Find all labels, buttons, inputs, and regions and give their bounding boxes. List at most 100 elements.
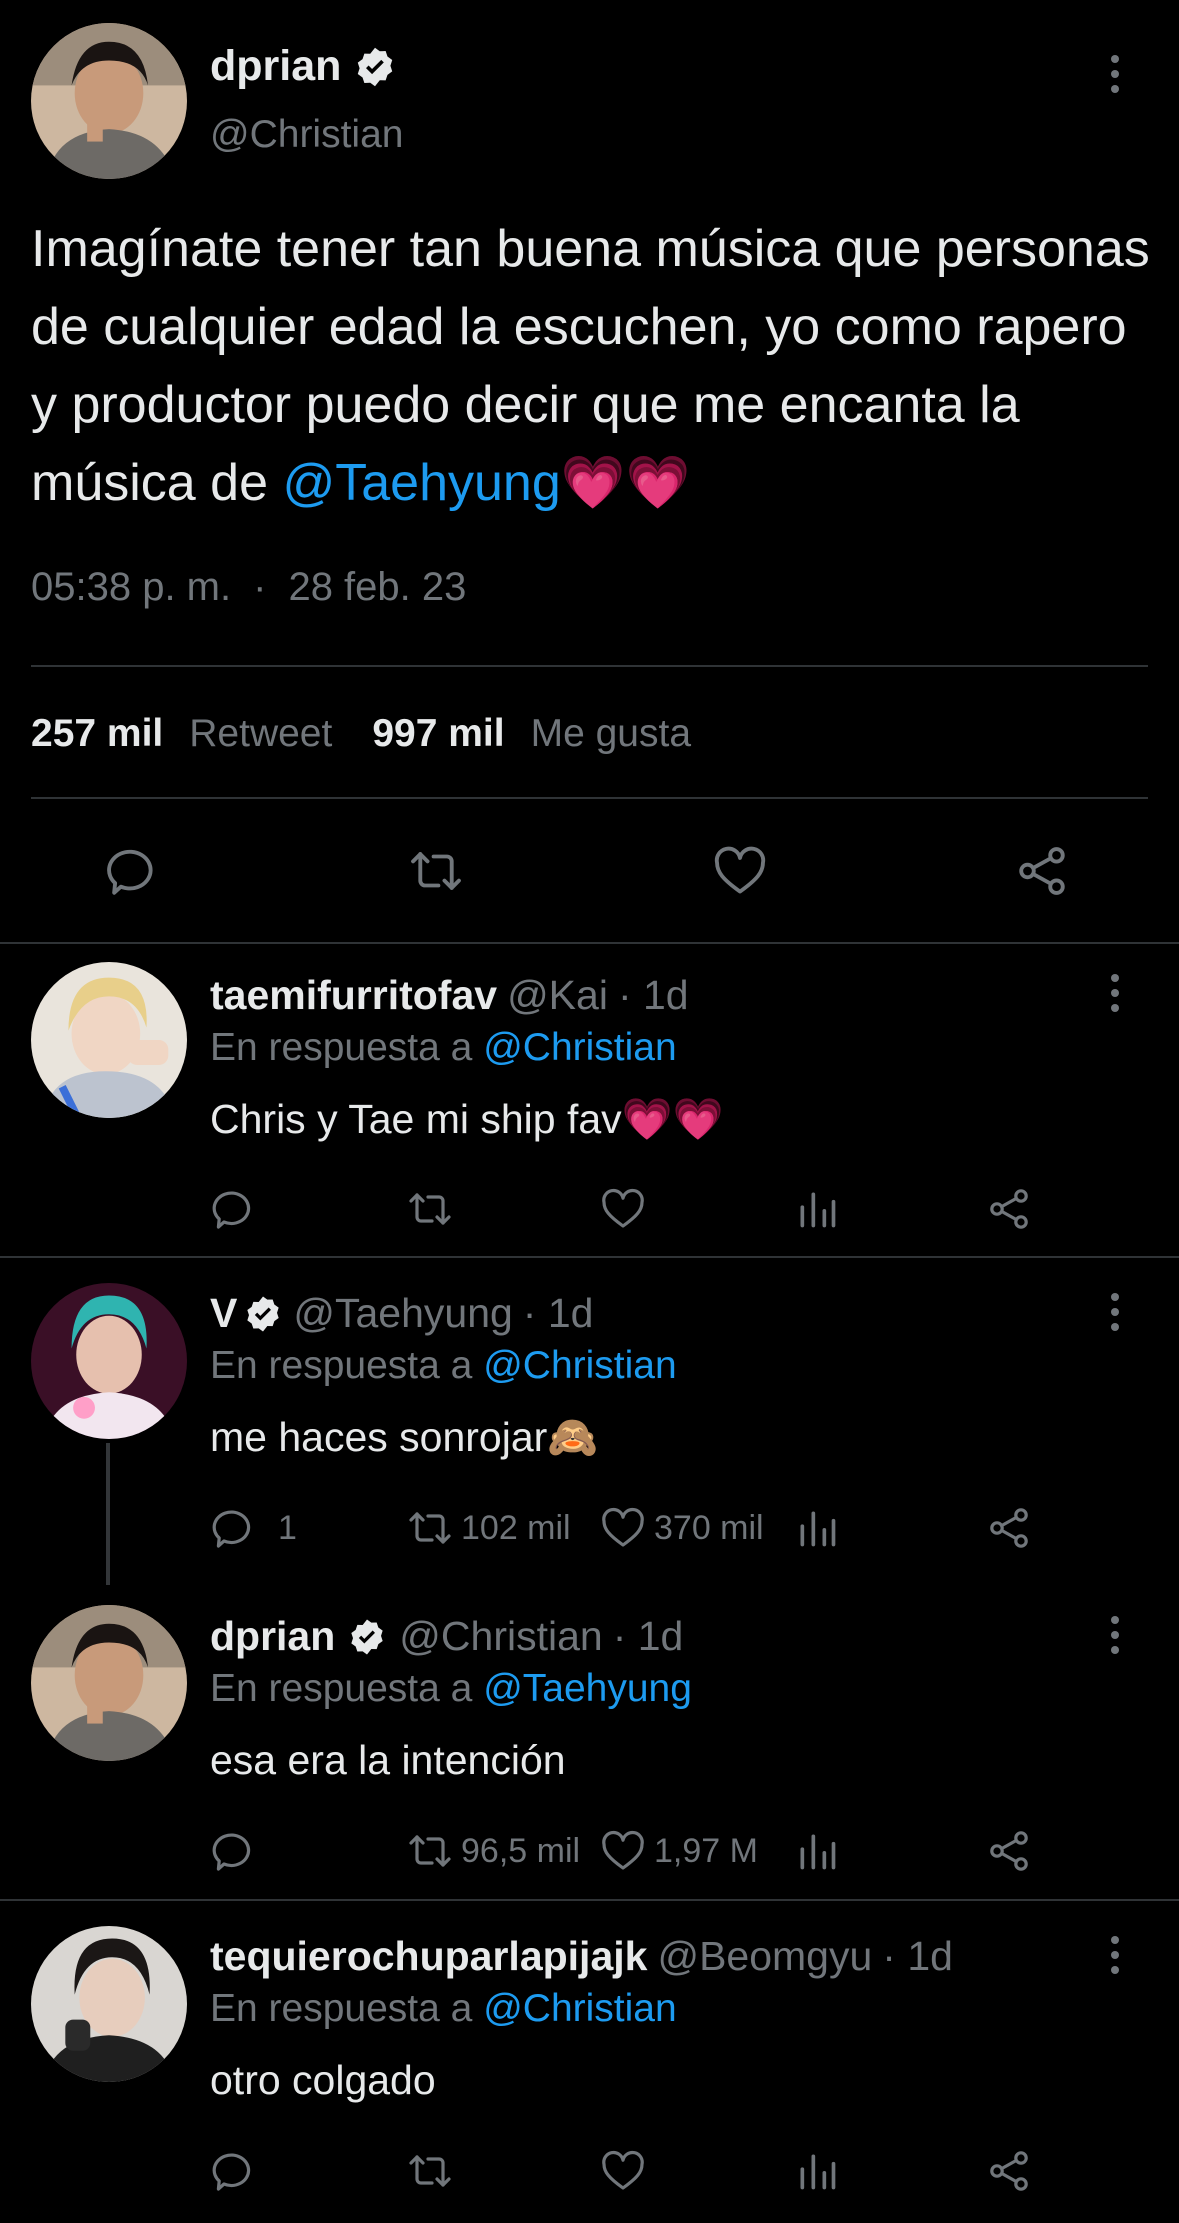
reply-button[interactable] (104, 842, 162, 900)
reply-author-handle[interactable]: @Christian (399, 1613, 602, 1660)
share-icon (1019, 847, 1065, 895)
share-button[interactable] (985, 1827, 1033, 1875)
share-icon (990, 2151, 1028, 2191)
reply-author-name[interactable]: taemifurritofav (210, 972, 497, 1019)
reply-tweet[interactable]: tequierochuparlapijajk @Beomgyu · 1d En … (0, 1901, 1179, 2223)
reply-context-mention[interactable]: @Taehyung (483, 1667, 692, 1710)
reply-context-mention[interactable]: @Christian (483, 1987, 676, 2030)
likes-label[interactable]: Me gusta (531, 712, 691, 756)
reply-button[interactable] (210, 1827, 258, 1875)
reply-header: V @Taehyung · 1d (210, 1290, 593, 1337)
like-icon (714, 846, 766, 894)
reply-context-mention[interactable]: @Christian (483, 1344, 676, 1387)
author-handle[interactable]: @Christian (210, 113, 403, 157)
tweet-time[interactable]: 05:38 p. m. (31, 565, 231, 610)
reply-author-name[interactable]: V (210, 1290, 237, 1337)
avatar-image (31, 962, 187, 1118)
views-button[interactable] (795, 1504, 839, 1552)
more-options-icon[interactable] (1095, 44, 1135, 104)
share-icon (990, 1189, 1028, 1229)
reply-text: Chris y Tae mi ship fav💗💗 (210, 1096, 724, 1142)
reply-author-handle[interactable]: @Taehyung (293, 1290, 512, 1337)
reply-context-mention[interactable]: @Christian (483, 1026, 676, 1069)
reply-author-handle[interactable]: @Kai (507, 972, 608, 1019)
like-button[interactable]: 370 mil (598, 1504, 764, 1552)
retweet-count: 102 mil (461, 1508, 571, 1547)
thread-line (106, 1443, 110, 1585)
reply-context: En respuesta a @Taehyung (210, 1667, 692, 1711)
reply-tweet[interactable]: V @Taehyung · 1d En respuesta a @Christi… (0, 1258, 1179, 1585)
like-button[interactable] (710, 842, 770, 900)
reply-button[interactable]: 1 (210, 1504, 297, 1552)
more-options-icon[interactable] (1095, 1925, 1135, 1985)
tweet-emoji: 💗💗 (560, 454, 691, 512)
verified-badge-icon (358, 47, 393, 86)
reply-icon (212, 2153, 251, 2191)
avatar-dprian[interactable] (31, 1605, 187, 1761)
share-button[interactable] (985, 1185, 1033, 1233)
tweet-text: Imagínate tener tan buena música que per… (31, 210, 1151, 522)
more-options-icon[interactable] (1095, 963, 1135, 1023)
likes-count[interactable]: 997 mil (372, 712, 504, 756)
retweet-icon (409, 1512, 451, 1544)
retweet-button[interactable] (405, 842, 467, 900)
share-icon (990, 1831, 1028, 1871)
retweet-button[interactable] (405, 2147, 455, 2195)
retweet-icon (409, 1835, 451, 1867)
share-button[interactable] (985, 2147, 1033, 2195)
reply-author-name[interactable]: dprian (210, 1613, 335, 1660)
reply-text: otro colgado (210, 2057, 436, 2103)
analytics-icon (800, 1511, 836, 1547)
reply-author-handle[interactable]: @Beomgyu (657, 1933, 872, 1980)
reply-icon (212, 1191, 251, 1229)
reply-context-prefix: En respuesta a (210, 1987, 473, 2030)
share-button[interactable] (1012, 842, 1072, 900)
tweet-date[interactable]: 28 feb. 23 (288, 565, 466, 610)
reply-context: En respuesta a @Christian (210, 1344, 677, 1388)
reply-author-name[interactable]: tequierochuparlapijajk (210, 1933, 647, 1980)
reply-icon (212, 1833, 251, 1871)
retweet-button[interactable]: 96,5 mil (405, 1827, 580, 1875)
retweets-label[interactable]: Retweet (189, 712, 332, 756)
like-button[interactable]: 1,97 M (598, 1827, 758, 1875)
views-button[interactable] (795, 2147, 839, 2195)
like-icon (602, 1188, 644, 1228)
reply-text: esa era la intención (210, 1737, 566, 1783)
avatar-v[interactable] (31, 1283, 187, 1439)
views-button[interactable] (795, 1185, 839, 1233)
retweets-count[interactable]: 257 mil (31, 712, 163, 756)
retweet-icon (409, 1193, 451, 1225)
more-options-icon[interactable] (1095, 1282, 1135, 1342)
share-icon (990, 1508, 1028, 1548)
reply-icon (212, 1510, 251, 1548)
reply-time[interactable]: · 1d (618, 972, 689, 1019)
reply-context: En respuesta a @Christian (210, 1026, 677, 1070)
avatar-image (31, 23, 187, 179)
reply-tweet[interactable]: taemifurritofav @Kai · 1d En respuesta a… (0, 944, 1179, 1256)
share-button[interactable] (985, 1504, 1033, 1552)
like-button[interactable] (598, 2147, 648, 2195)
more-options-icon[interactable] (1095, 1605, 1135, 1665)
reply-button[interactable] (210, 2147, 258, 2195)
avatar-image (31, 1283, 187, 1439)
reply-text: me haces sonrojar🙈 (210, 1414, 599, 1460)
avatar-dprian[interactable] (31, 23, 187, 179)
reply-tweet[interactable]: dprian @Christian · 1d En respuesta a @T… (0, 1585, 1179, 1897)
like-icon (602, 2150, 644, 2190)
like-button[interactable] (598, 1185, 648, 1233)
mention-link[interactable]: @Taehyung (282, 454, 560, 512)
retweet-button[interactable]: 102 mil (405, 1504, 571, 1552)
retweet-button[interactable] (405, 1185, 455, 1233)
reply-button[interactable] (210, 1185, 258, 1233)
avatar-taemifurritofav[interactable] (31, 962, 187, 1118)
reply-time[interactable]: · 1d (523, 1290, 594, 1337)
like-icon (602, 1830, 644, 1870)
tweet-stats: 257 mil Retweet 997 mil Me gusta (31, 712, 731, 756)
views-button[interactable] (795, 1827, 839, 1875)
reply-time[interactable]: · 1d (613, 1613, 684, 1660)
like-icon (602, 1507, 644, 1547)
reply-time[interactable]: · 1d (882, 1933, 953, 1980)
like-count: 370 mil (654, 1508, 764, 1547)
avatar-tequierochuparlapijajk[interactable] (31, 1926, 187, 2082)
main-tweet-author[interactable]: dprian (210, 42, 397, 91)
